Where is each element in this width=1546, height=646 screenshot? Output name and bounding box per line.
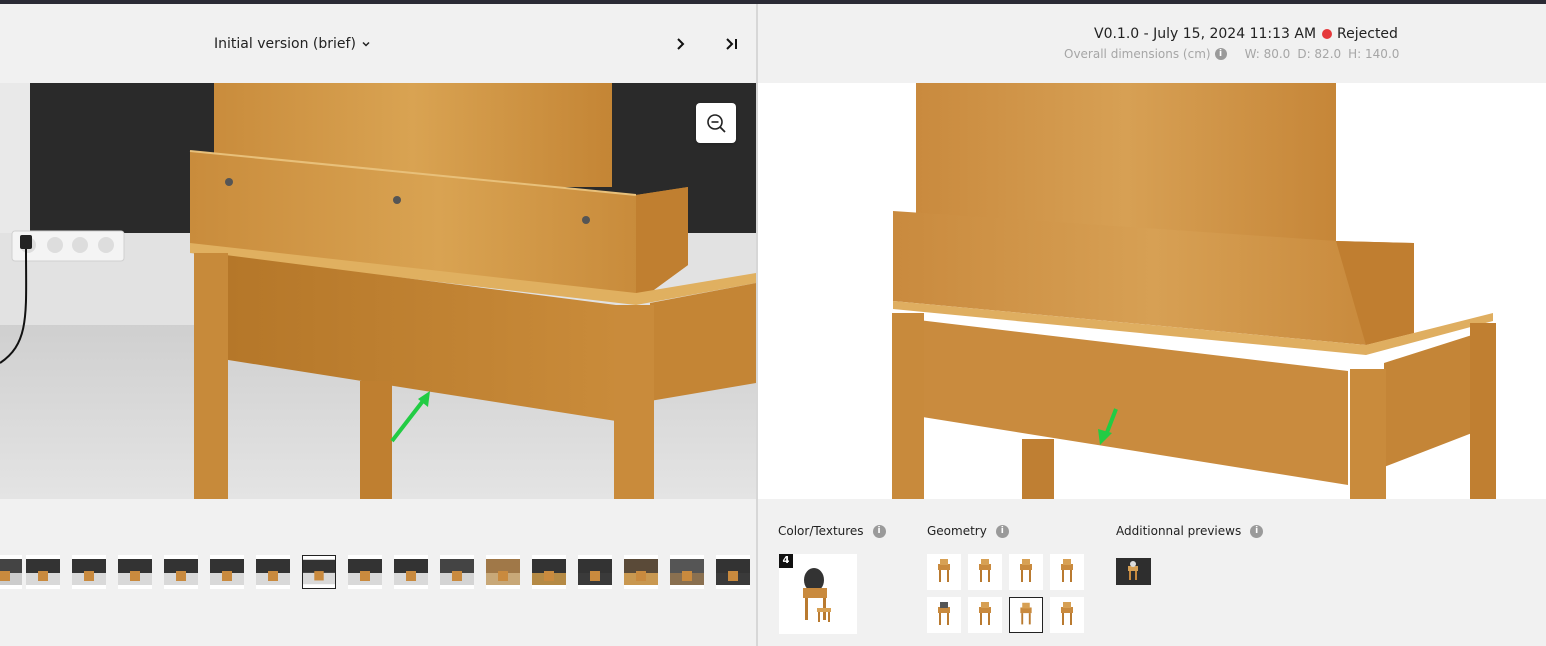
version-text: V0.1.0 - July 15, 2024 11:13 AM: [1094, 26, 1317, 42]
photo-thumbnail[interactable]: [394, 555, 428, 589]
skip-to-end-icon: [726, 38, 737, 50]
version-dropdown[interactable]: Initial version (brief): [214, 34, 371, 54]
version-dropdown-label: Initial version (brief): [214, 36, 356, 52]
photo-thumbnail[interactable]: [164, 555, 198, 589]
photo-thumbnail[interactable]: [0, 555, 22, 589]
chevron-right-icon: [677, 38, 685, 50]
photo-thumbnail[interactable]: [486, 555, 520, 589]
color-textures-text: Color/Textures: [778, 524, 864, 538]
zoom-out-icon: [707, 114, 726, 133]
texture-count-badge: 4: [779, 554, 793, 568]
photo-thumbnail[interactable]: [348, 555, 382, 589]
info-icon[interactable]: i: [872, 524, 886, 538]
texture-thumbnail[interactable]: 4: [779, 554, 857, 634]
photo-thumbnail[interactable]: [578, 555, 612, 589]
status-dot: [1322, 29, 1333, 39]
color-textures-label: Color/Textures i: [778, 524, 890, 538]
geometry-thumbnail[interactable]: [1009, 597, 1043, 633]
left-header: Initial version (brief): [0, 4, 756, 83]
next-button[interactable]: [668, 32, 692, 56]
geometry-text: Geometry: [927, 524, 987, 538]
render-preview: [758, 83, 1546, 499]
photo-thumbnail[interactable]: [532, 555, 566, 589]
photo-thumbnail[interactable]: [256, 555, 290, 589]
photo-thumbnail-strip: [0, 499, 756, 646]
desk-photo-image: [0, 83, 756, 499]
depth-value: D: 82.0: [1297, 47, 1342, 61]
info-icon[interactable]: i: [1214, 48, 1227, 60]
geometry-thumbnail[interactable]: [927, 597, 961, 633]
right-header: V0.1.0 - July 15, 2024 11:13 AM Rejected…: [758, 4, 1546, 83]
info-icon[interactable]: i: [1250, 524, 1264, 538]
status-text: Rejected: [1337, 26, 1398, 42]
geometry-thumbnail[interactable]: [968, 554, 1002, 590]
info-icon[interactable]: i: [995, 524, 1009, 538]
geometry-thumbnail[interactable]: [1050, 597, 1084, 633]
photo-thumbnail[interactable]: [440, 555, 474, 589]
additional-previews-label: Additionnal previews i: [1116, 524, 1267, 538]
texture-panel: Color/Textures i Geometry i Additionnal …: [758, 499, 1546, 646]
photo-thumbnail[interactable]: [302, 555, 336, 589]
version-info: V0.1.0 - July 15, 2024 11:13 AM Rejected: [1094, 26, 1398, 42]
width-value: W: 80.0: [1244, 47, 1291, 61]
photo-thumbnail[interactable]: [72, 555, 106, 589]
photo-thumbnail[interactable]: [716, 555, 750, 589]
desk-render-image: [758, 83, 1546, 499]
photo-thumbnail[interactable]: [118, 555, 152, 589]
preview-image: [1116, 558, 1151, 585]
photo-thumbnail[interactable]: [670, 555, 704, 589]
geometry-thumbnail[interactable]: [968, 597, 1002, 633]
geometry-thumbnail[interactable]: [927, 554, 961, 590]
geometry-thumbnail[interactable]: [1009, 554, 1043, 590]
zoom-button[interactable]: [696, 103, 736, 143]
photo-thumbnail[interactable]: [210, 555, 244, 589]
chevron-down-icon: [362, 41, 370, 47]
geometry-thumbnail[interactable]: [1050, 554, 1084, 590]
dimensions-label: Overall dimensions (cm): [1064, 47, 1211, 61]
additional-preview-thumbnail[interactable]: [1116, 558, 1151, 585]
photo-thumbnail[interactable]: [624, 555, 658, 589]
last-button[interactable]: [720, 32, 744, 56]
reference-photo: [0, 83, 756, 499]
dimensions-info: Overall dimensions (cm) i W: 80.0 D: 82.…: [1064, 47, 1399, 61]
geometry-label: Geometry i: [927, 524, 1013, 538]
height-value: H: 140.0: [1348, 47, 1400, 61]
photo-thumbnail[interactable]: [26, 555, 60, 589]
additional-previews-text: Additionnal previews: [1116, 524, 1242, 538]
